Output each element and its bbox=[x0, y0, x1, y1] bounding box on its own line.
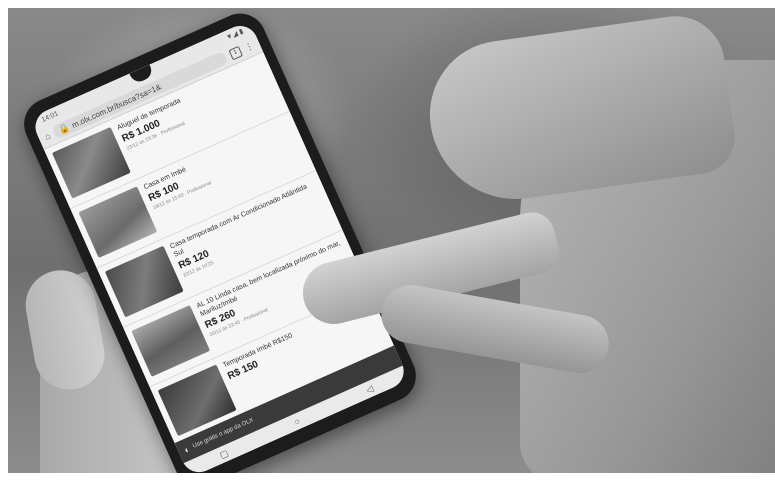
frame-bottom bbox=[0, 473, 775, 483]
frame-top bbox=[0, 0, 775, 8]
home-icon[interactable]: ⌂ bbox=[43, 130, 52, 141]
chat-icon: ◐ bbox=[182, 443, 192, 455]
menu-icon[interactable]: ⋮ bbox=[243, 40, 255, 53]
home-button-icon[interactable]: ○ bbox=[292, 415, 301, 426]
photo: 14:01 ▼◢ ▮ ⌂ 🔒 m.olx.com.br/busca?sa=1& … bbox=[0, 0, 775, 483]
recent-apps-icon[interactable]: ▢ bbox=[218, 447, 230, 460]
lock-icon: 🔒 bbox=[56, 121, 72, 136]
back-icon[interactable]: ◁ bbox=[364, 383, 374, 395]
frame-left bbox=[0, 0, 8, 483]
tabs-button[interactable]: 1 bbox=[228, 45, 243, 60]
